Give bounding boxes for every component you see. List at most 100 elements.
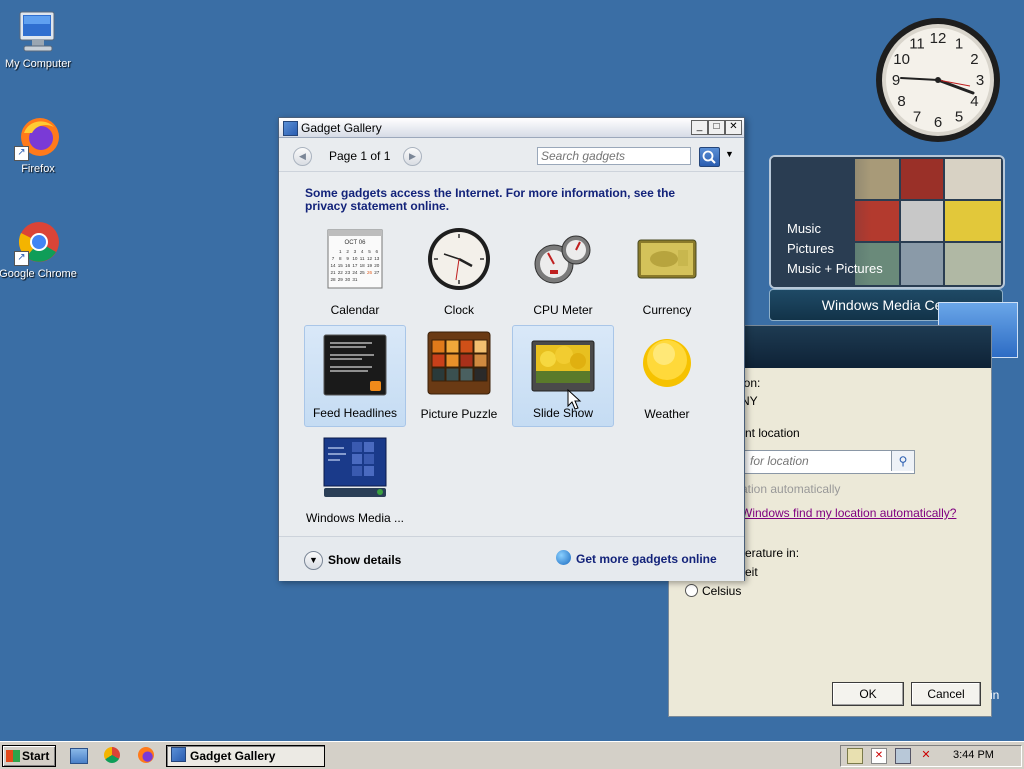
calendar-day: 13 — [374, 256, 380, 261]
calendar-day: 2 — [346, 249, 349, 254]
desktop-icon-my-computer[interactable]: My Computer — [0, 8, 78, 70]
windows-logo-icon — [6, 750, 20, 762]
next-page-icon[interactable]: ▶ — [403, 147, 422, 166]
calendar-day: 26 — [367, 270, 373, 275]
volume-muted-icon[interactable]: ✕ — [919, 748, 933, 762]
security-alert-icon[interactable]: ✕ — [871, 748, 887, 764]
media-center-gadget[interactable]: Music Pictures Music + Pictures — [769, 155, 1005, 289]
taskbar-item-gadget-gallery[interactable]: Gadget Gallery — [166, 745, 325, 767]
calendar-day: 28 — [330, 277, 336, 282]
gadget-label: CPU Meter — [533, 303, 593, 317]
calendar-day: 10 — [352, 256, 358, 261]
taskbar: Start Gadget Gallery ✕ ✕ 3:44 PM — [0, 741, 1024, 769]
ok-button[interactable]: OK — [832, 682, 904, 706]
clock-number: 4 — [970, 93, 978, 110]
gadget-picture-puzzle[interactable]: Picture Puzzle — [408, 325, 510, 427]
clock-number: 2 — [970, 51, 978, 68]
calendar-day: 17 — [352, 263, 358, 268]
desktop-icon-label: Google Chrome — [0, 268, 77, 280]
gadget-label: Feed Headlines — [312, 406, 398, 420]
sidebar-tray-icon[interactable] — [847, 748, 863, 764]
clock-number: 7 — [913, 108, 921, 125]
feed-headlines-icon — [322, 331, 388, 397]
calendar-day: 6 — [376, 249, 379, 254]
media-item-music-pictures[interactable]: Music + Pictures — [787, 259, 883, 279]
chevron-down-icon[interactable]: ▼ — [304, 551, 323, 570]
radio-icon[interactable] — [685, 584, 698, 597]
previous-page-icon[interactable]: ◀ — [293, 147, 312, 166]
clock-gadget[interactable]: 12 1 2 3 4 5 6 7 8 9 10 11 — [874, 16, 1002, 144]
calendar-day: 9 — [346, 256, 349, 261]
desktop-icon-google-chrome[interactable]: ↗ Google Chrome — [0, 218, 78, 280]
window-title: Gadget Gallery — [301, 121, 382, 135]
search-icon[interactable]: ⚲ — [891, 451, 914, 471]
get-more-gadgets-link[interactable]: Get more gadgets online — [576, 552, 717, 566]
desktop-icon-label: My Computer — [4, 58, 72, 70]
clock-number: 9 — [892, 72, 900, 89]
cpu-meter-icon — [530, 226, 596, 292]
calendar-day: 24 — [352, 270, 358, 275]
internet-info-text[interactable]: Some gadgets access the Internet. For mo… — [305, 187, 705, 213]
title-bar[interactable]: Gadget Gallery _ □ ✕ — [279, 118, 744, 138]
clock-number: 6 — [934, 114, 942, 131]
gadget-calendar[interactable]: OCT 06 1 2 3 4 5 6 7 8 9 10 11 12 13 14 15 16 17 18 19 20 21… — [304, 221, 406, 323]
chrome-quicklaunch-icon[interactable] — [104, 747, 120, 763]
gadget-clock[interactable]: Clock — [408, 221, 510, 323]
clock-time[interactable]: 3:44 PM — [953, 749, 994, 761]
search-input[interactable] — [537, 147, 691, 165]
gadget-slide-show[interactable]: Slide Show — [512, 325, 614, 427]
show-desktop-icon[interactable] — [70, 748, 88, 764]
minimize-icon[interactable]: _ — [691, 120, 708, 135]
shortcut-arrow-icon: ↗ — [14, 251, 29, 266]
location-search-input[interactable]: for location ⚲ — [741, 450, 915, 474]
chrome-icon: ↗ — [14, 218, 62, 266]
calendar-day: 5 — [368, 249, 371, 254]
cancel-button[interactable]: Cancel — [911, 682, 981, 706]
desktop-icon-firefox[interactable]: ↗ Firefox — [0, 113, 78, 175]
find-location-link[interactable]: Windows find my location automatically? — [741, 506, 956, 520]
close-icon[interactable]: ✕ — [725, 120, 742, 135]
page-indicator: Page 1 of 1 — [329, 149, 391, 163]
taskbar-item-label: Gadget Gallery — [190, 749, 276, 763]
background-text-fragment: in — [990, 688, 1000, 702]
search-icon[interactable] — [699, 147, 720, 167]
gadget-feed-headlines[interactable]: Feed Headlines — [304, 325, 406, 427]
gadget-label: Windows Media ... — [305, 511, 405, 525]
globe-icon — [556, 550, 571, 565]
calendar-day: 8 — [339, 256, 342, 261]
gadget-windows-media-center[interactable]: Windows Media ... — [304, 429, 406, 531]
calendar-day: 30 — [345, 277, 351, 282]
celsius-option[interactable]: Celsius — [685, 584, 741, 598]
search-options-chevron-icon[interactable]: ▼ — [725, 149, 734, 159]
show-details-button[interactable]: Show details — [328, 553, 401, 567]
calendar-day: 29 — [338, 277, 344, 282]
gadget-label: Weather — [644, 407, 690, 421]
calendar-day: 18 — [360, 263, 366, 268]
celsius-label: Celsius — [702, 584, 742, 598]
gadget-cpu-meter[interactable]: CPU Meter — [512, 221, 614, 323]
calendar-icon: OCT 06 1 2 3 4 5 6 7 8 9 10 11 12 13 14 15 16 17 18 19 20 21… — [322, 226, 388, 292]
fahrenheit-option[interactable]: eit — [745, 565, 758, 579]
computer-icon — [14, 8, 62, 56]
gadget-currency[interactable]: Currency — [616, 221, 718, 323]
firefox-quicklaunch-icon[interactable] — [138, 747, 154, 763]
clock-number: 12 — [930, 30, 947, 47]
gadget-weather[interactable]: Weather — [616, 325, 718, 427]
start-button[interactable]: Start — [2, 745, 56, 767]
maximize-icon[interactable]: □ — [708, 120, 725, 135]
clock-number: 3 — [976, 72, 984, 89]
gadget-label: Slide Show — [532, 406, 594, 420]
network-icon[interactable] — [895, 748, 911, 764]
calendar-day: 27 — [374, 270, 380, 275]
clock-number: 10 — [893, 51, 910, 68]
calendar-day: 21 — [330, 270, 336, 275]
mouse-cursor-icon — [567, 389, 582, 410]
clock-number: 5 — [955, 108, 963, 125]
media-item-pictures[interactable]: Pictures — [787, 239, 883, 259]
start-label: Start — [22, 749, 50, 763]
gadget-label: Clock — [443, 303, 474, 317]
media-item-music[interactable]: Music — [787, 219, 883, 239]
calendar-day: 25 — [360, 270, 366, 275]
calendar-day: 1 — [339, 249, 342, 254]
gallery-footer: ▼ Show details Get more gadgets online — [279, 536, 744, 581]
